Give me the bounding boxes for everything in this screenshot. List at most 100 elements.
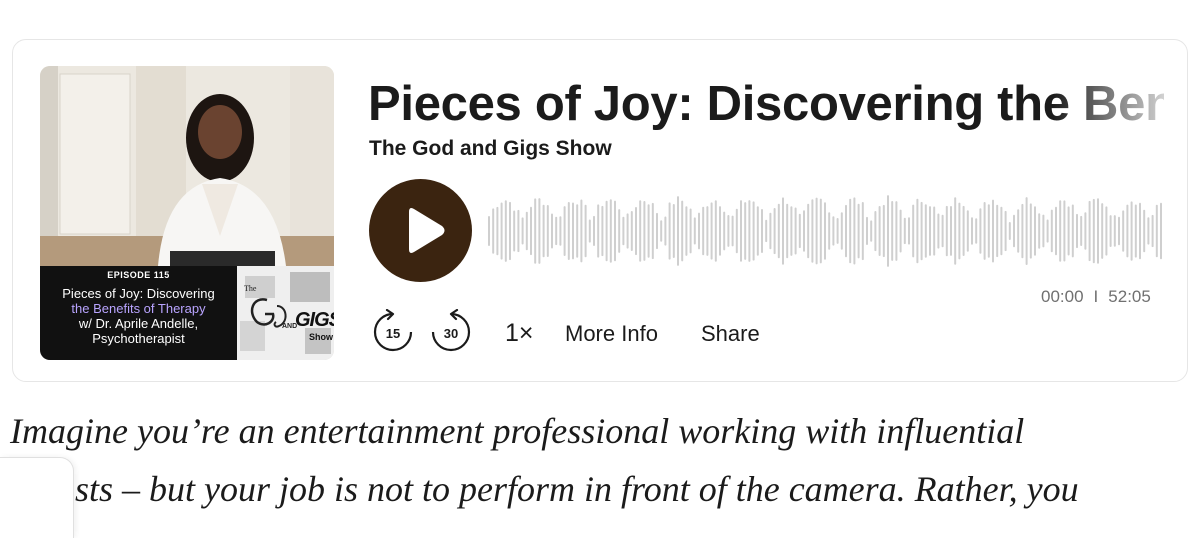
waveform-bar [845,204,847,258]
waveform-bar [824,202,826,260]
waveform-bar [534,198,537,264]
waveform-bar [651,202,654,260]
waveform-bar [706,206,709,256]
waveform-bar [832,216,835,246]
waveform-bar [882,204,885,258]
share-button[interactable]: Share [701,321,760,347]
waveform-bar [618,209,621,253]
waveform-bar [710,202,713,260]
waveform-bar [1122,210,1125,252]
waveform-bar [576,204,579,258]
floating-widget-tab[interactable] [0,457,74,538]
waveform-bar [677,196,679,266]
waveform-bar [1151,214,1154,248]
waveform-bar [635,207,637,256]
skip-forward-button[interactable]: 30 [428,309,474,355]
logo-gigs: GIGS [295,309,334,331]
waveform-bar [1134,204,1137,258]
waveform-bar [597,204,600,258]
article-body: Imagine you’re an entertainment professi… [10,402,1200,518]
waveform-bar [866,216,868,245]
waveform-bar [1013,214,1015,248]
waveform-bar [1055,206,1057,256]
waveform-bar [538,198,541,264]
waveform-bar [857,203,860,259]
waveform-bar [1021,203,1024,259]
waveform-bar [723,211,726,251]
waveform-bar [744,202,747,260]
waveform-bar [794,207,797,255]
waveform-bar [1017,209,1020,253]
more-info-button[interactable]: More Info [565,321,658,347]
waveform-bar [1025,197,1028,265]
waveform-bar [500,202,503,260]
waveform-bar [630,211,633,251]
waveform-bar [735,208,738,254]
waveform-bar [668,202,671,260]
waveform-scrubber[interactable] [486,192,1162,270]
waveform-bar [1105,206,1108,256]
skip-back-button[interactable]: 15 [370,309,416,355]
waveform-bar [891,201,894,261]
waveform-bar [555,216,558,246]
waveform-bar [916,198,919,264]
waveform-bar [769,212,772,250]
waveform-bar [975,218,978,244]
waveform-bar [546,205,549,257]
play-button[interactable] [369,179,472,282]
artwork-title-line1: Pieces of Joy: Discovering [62,286,215,301]
waveform-bar [958,202,961,260]
waveform-bar [1050,209,1053,253]
time-display: 00:00 I 52:05 [1041,287,1151,307]
waveform-bar [950,206,952,256]
artwork-title-line3: w/ Dr. Aprile Andelle, [78,316,199,331]
waveform-bar [664,216,667,246]
artwork-title-line2: the Benefits of Therapy [71,301,206,316]
waveform-bar [643,201,646,261]
waveform-bar [874,211,877,252]
waveform-bar [685,206,688,256]
waveform-bar [639,200,642,262]
waveform-bar [761,209,763,253]
waveform-bar [509,201,511,261]
waveform-bar [878,206,881,256]
waveform-bar [937,213,940,249]
waveform-bar [698,212,700,250]
waveform-bar [782,197,784,265]
waveform-bar [912,204,915,258]
waveform-bar [580,199,583,263]
waveform-bar [903,217,906,245]
waveform-bar [1084,212,1087,250]
waveform-bar [626,213,629,249]
waveform-bar [1063,200,1066,262]
waveform-bar [962,205,965,256]
waveform-bar [719,206,721,256]
waveform-bar [1118,216,1120,246]
episode-title: Pieces of Joy: Discovering the Benefits … [368,77,1164,131]
waveform-bar [895,201,898,261]
waveform-bar [714,200,717,262]
waveform-bar [660,220,663,242]
total-duration: 52:05 [1108,287,1151,306]
logo-show: Show [309,332,333,342]
waveform-bar [908,217,910,245]
waveform-bar [1076,213,1078,249]
waveform-bar [1109,215,1112,247]
waveform-bar [807,203,810,259]
waveform-bar [551,213,553,249]
waveform-bar [748,200,751,262]
waveform-bar [605,200,608,262]
show-name[interactable]: The God and Gigs Show [369,137,612,161]
waveform-bar [656,212,658,250]
episode-artwork: EPISODE 115 Pieces of Joy: Discovering t… [40,66,334,360]
waveform-bar [1042,214,1045,248]
waveform-bar [1080,215,1083,246]
waveform-bar [1071,204,1074,258]
playback-speed-button[interactable]: 1× [505,319,534,348]
waveform-bar [983,202,986,260]
waveform-bar [1046,219,1049,243]
waveform-bar [1004,210,1007,252]
waveform-bar [1029,203,1032,259]
time-separator: I [1093,287,1099,306]
waveform-bar [1113,215,1116,247]
